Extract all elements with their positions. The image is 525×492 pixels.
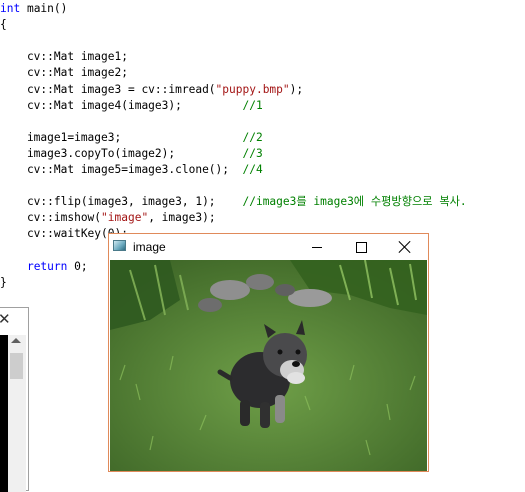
code-string: "puppy.bmp" (215, 82, 290, 96)
maximize-icon (355, 241, 367, 253)
code-text: , image3); (148, 211, 216, 225)
code-keyword: int (0, 2, 21, 15)
image-window[interactable]: image (108, 233, 429, 472)
close-button[interactable] (383, 234, 427, 260)
code-text: cv::Mat image1; (0, 50, 128, 64)
code-text: { (0, 18, 7, 32)
code-comment: //1 (242, 98, 263, 112)
window-titlebar[interactable]: image (109, 234, 428, 260)
code-line: cv::Mat image1; (0, 49, 128, 65)
minimize-icon (312, 246, 322, 248)
code-line: image1=image3; //2 (0, 130, 263, 146)
code-text: cv::imshow( (0, 211, 102, 225)
code-text: cv::flip(image3, image3, 1); (0, 195, 243, 209)
minimize-button[interactable] (295, 234, 339, 260)
code-text: 0; (67, 259, 88, 273)
code-string: "image" (101, 211, 149, 225)
code-comment: //4 (242, 163, 263, 176)
code-line: int main() (0, 1, 67, 17)
displayed-image (110, 260, 427, 471)
code-text: ); (289, 82, 304, 96)
code-line: { (0, 17, 7, 33)
console-window[interactable]: ✕ (0, 307, 29, 492)
scroll-up-icon[interactable] (11, 338, 21, 343)
code-comment: //image3를 image3에 수평방향으로 복사. (242, 195, 467, 209)
console-output (0, 335, 8, 492)
code-line: cv::Mat image2; (0, 65, 128, 81)
code-text: cv::Mat image5=image3.clone(); (0, 163, 243, 176)
code-line: cv::flip(image3, image3, 1); //image3를 i… (0, 194, 467, 210)
maximize-button[interactable] (339, 234, 383, 260)
code-text: cv::Mat image2; (0, 66, 128, 80)
puppy-photo (110, 260, 427, 471)
code-line: cv::Mat image3 = cv::imread("puppy.bmp")… (0, 82, 303, 98)
code-text: image3.copyTo(image2); (0, 146, 243, 160)
close-icon (399, 241, 411, 253)
code-line: cv::Mat image5=image3.clone(); //4 (0, 162, 263, 178)
code-line: } (0, 275, 7, 291)
code-text: cv::Mat image4(image3); (0, 98, 243, 112)
code-text: } (0, 275, 7, 289)
code-keyword: return (26, 259, 68, 273)
code-text: main() (20, 2, 68, 15)
close-icon[interactable]: ✕ (0, 311, 12, 327)
code-comment: //2 (242, 130, 263, 144)
code-line: cv::imshow("image", image3); (0, 210, 216, 226)
window-title: image (133, 240, 166, 254)
code-line: image3.copyTo(image2); //3 (0, 146, 263, 162)
code-line: cv::Mat image4(image3); //1 (0, 98, 263, 114)
code-text: cv::Mat image3 = cv::imread( (0, 82, 216, 96)
scrollbar-thumb[interactable] (10, 353, 23, 379)
app-window-icon (113, 240, 126, 251)
code-comment: //3 (242, 146, 263, 160)
code-line: return 0; (0, 259, 88, 275)
code-text: image1=image3; (0, 130, 243, 144)
